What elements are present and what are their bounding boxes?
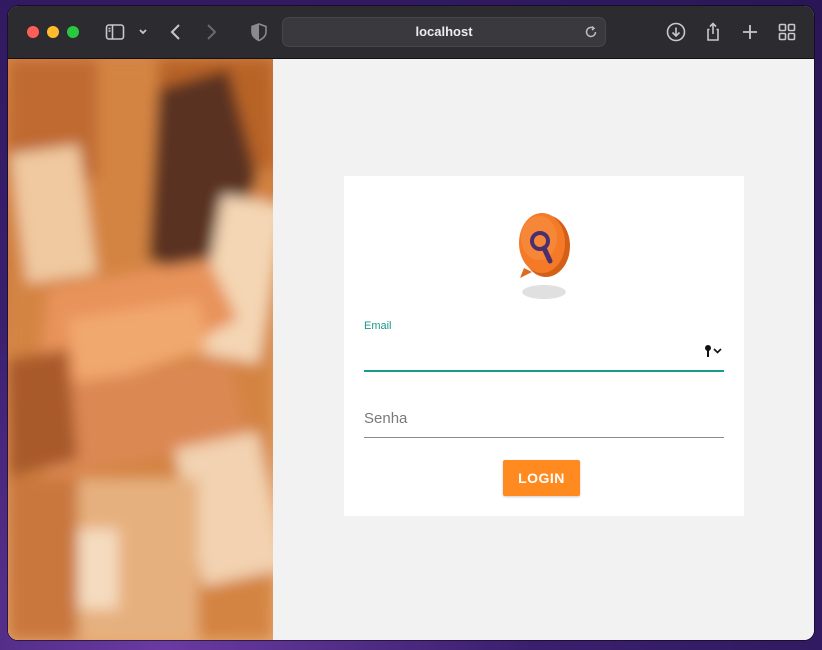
shield-icon[interactable]: [247, 20, 271, 44]
zoom-window-button[interactable]: [67, 26, 79, 38]
reload-icon[interactable]: [583, 24, 599, 40]
browser-toolbar: localhost: [8, 6, 814, 59]
login-card: Email LOGIN: [344, 176, 744, 516]
address-bar[interactable]: localhost: [282, 17, 606, 47]
password-input[interactable]: [364, 400, 724, 438]
share-icon[interactable]: [701, 20, 725, 44]
browser-window: localhost Email LOGIN: [8, 6, 814, 640]
url-text[interactable]: localhost: [283, 24, 605, 39]
password-key-icon[interactable]: [704, 344, 724, 358]
login-button[interactable]: LOGIN: [503, 460, 580, 496]
download-icon[interactable]: [664, 20, 688, 44]
email-input[interactable]: [364, 336, 724, 372]
back-arrow-icon[interactable]: [164, 20, 188, 44]
grid-icon[interactable]: [775, 20, 799, 44]
minimize-window-button[interactable]: [47, 26, 59, 38]
plus-icon[interactable]: [738, 20, 762, 44]
close-window-button[interactable]: [27, 26, 39, 38]
sidebar-icon[interactable]: [103, 20, 127, 44]
team-hands-image: [8, 59, 273, 640]
location-pin-logo-icon: [506, 208, 578, 308]
email-label: Email: [364, 320, 392, 332]
forward-arrow-icon[interactable]: [199, 20, 223, 44]
chevron-down-icon[interactable]: [134, 20, 152, 44]
page-content: Email LOGIN: [8, 59, 814, 640]
